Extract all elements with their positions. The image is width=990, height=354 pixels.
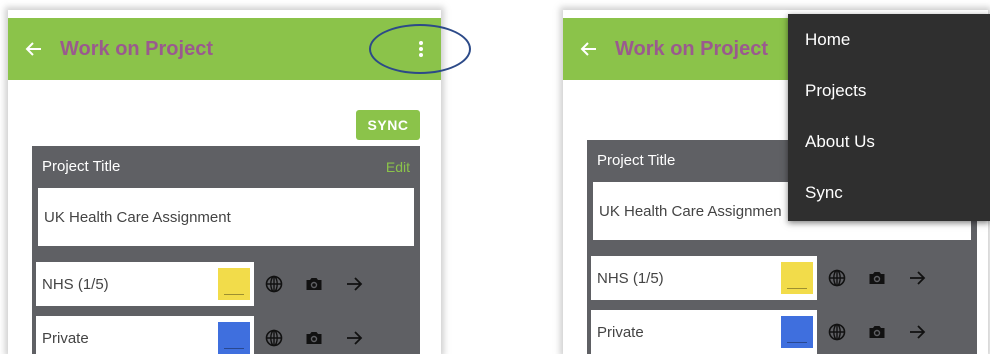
arrow-forward-icon[interactable] [334, 262, 374, 306]
item-label: Private [597, 323, 644, 341]
camera-icon[interactable] [294, 262, 334, 306]
item-label: Private [42, 329, 89, 347]
phone-screen-before: Work on Project SYNC Project Title Edit … [8, 10, 441, 354]
item-field[interactable]: Private [36, 316, 254, 354]
item-field[interactable]: NHS (1/5) [36, 262, 254, 306]
globe-icon[interactable] [817, 310, 857, 354]
item-label: NHS (1/5) [42, 275, 109, 293]
project-title-header: Project Title [42, 158, 121, 175]
list-item: Private [591, 310, 971, 354]
project-panel: Project Title Edit UK Health Care Assign… [32, 146, 420, 354]
camera-icon[interactable] [857, 256, 897, 300]
color-swatch[interactable] [218, 268, 250, 300]
arrow-forward-icon[interactable] [897, 256, 937, 300]
color-swatch[interactable] [218, 322, 250, 354]
app-title: Work on Project [615, 37, 768, 60]
menu-item-home[interactable]: Home [788, 14, 990, 65]
item-field[interactable]: NHS (1/5) [591, 256, 817, 300]
camera-icon[interactable] [857, 310, 897, 354]
edit-button[interactable]: Edit [386, 159, 410, 175]
list-item: Private [36, 316, 414, 354]
list-item: NHS (1/5) [591, 256, 971, 300]
sync-button[interactable]: SYNC [356, 110, 420, 140]
overflow-menu: Home Projects About Us Sync [788, 14, 990, 221]
more-vertical-icon[interactable] [413, 38, 429, 60]
globe-icon[interactable] [254, 262, 294, 306]
color-swatch[interactable] [781, 262, 813, 294]
color-swatch[interactable] [781, 316, 813, 348]
menu-item-about-us[interactable]: About Us [788, 116, 990, 167]
project-title-field[interactable]: UK Health Care Assignment [38, 188, 414, 246]
app-bar: Work on Project [8, 18, 441, 80]
arrow-back-icon[interactable] [8, 18, 60, 80]
list-item: NHS (1/5) [36, 262, 414, 306]
item-field[interactable]: Private [591, 310, 817, 354]
globe-icon[interactable] [817, 256, 857, 300]
menu-item-sync[interactable]: Sync [788, 167, 990, 218]
arrow-back-icon[interactable] [563, 18, 615, 80]
arrow-forward-icon[interactable] [334, 316, 374, 354]
app-title: Work on Project [60, 37, 213, 60]
item-label: NHS (1/5) [597, 269, 664, 287]
project-title-header: Project Title [597, 152, 676, 169]
menu-item-projects[interactable]: Projects [788, 65, 990, 116]
arrow-forward-icon[interactable] [897, 310, 937, 354]
camera-icon[interactable] [294, 316, 334, 354]
globe-icon[interactable] [254, 316, 294, 354]
